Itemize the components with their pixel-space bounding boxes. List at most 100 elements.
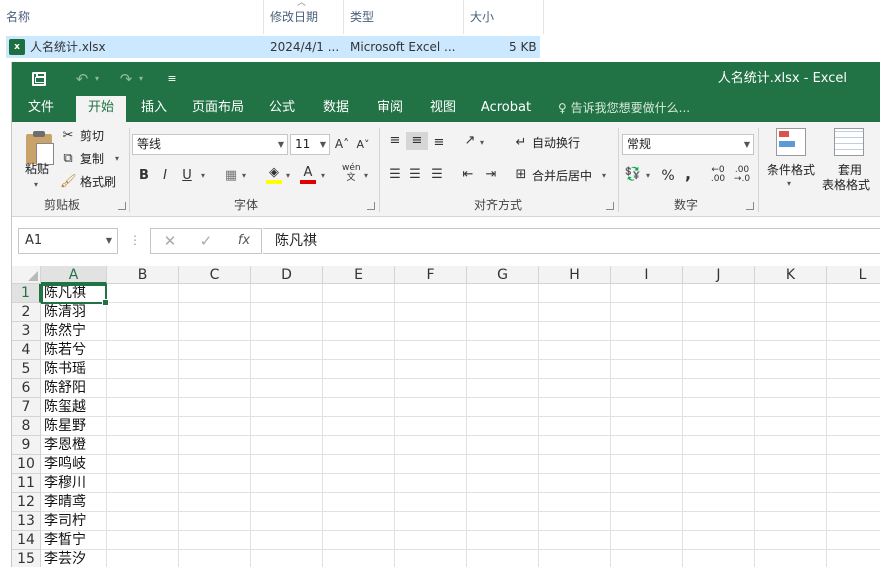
increase-decimal-icon[interactable]: ←0.00 xyxy=(708,166,728,184)
enter-check-icon[interactable]: ✓ xyxy=(195,229,217,253)
redo-dropdown-icon[interactable]: ▾ xyxy=(136,62,146,96)
format-as-table-label-2[interactable]: 表格格式 xyxy=(816,178,876,193)
decrease-indent-icon[interactable]: ⇤ xyxy=(459,166,477,184)
phonetic-dropdown-icon[interactable]: ▾ xyxy=(364,167,368,185)
accounting-dropdown-icon[interactable]: ▾ xyxy=(646,167,650,185)
paste-icon[interactable] xyxy=(26,131,54,165)
name-box[interactable]: A1 ▼ xyxy=(18,228,118,254)
column-header[interactable]: L xyxy=(827,266,880,284)
alignment-launcher-icon[interactable] xyxy=(606,202,614,210)
tell-me-box[interactable]: ♀ 告诉我您想要做什么... xyxy=(558,96,690,122)
italic-button[interactable]: I xyxy=(157,167,173,185)
row-header[interactable]: 1 xyxy=(12,284,41,303)
paste-dropdown-icon[interactable]: ▾ xyxy=(34,176,38,194)
comma-button[interactable]: , xyxy=(682,165,694,183)
column-header[interactable]: B xyxy=(107,266,179,284)
cut-button[interactable]: 剪切 xyxy=(80,127,104,145)
row-header[interactable]: 7 xyxy=(12,398,41,417)
copy-icon[interactable]: ⧉ xyxy=(60,150,76,168)
row-header[interactable]: 15 xyxy=(12,550,41,567)
cell-a14[interactable]: 李皙宁 xyxy=(44,531,86,550)
merge-dropdown-icon[interactable]: ▾ xyxy=(602,167,606,185)
font-color-dropdown-icon[interactable]: ▾ xyxy=(321,167,325,185)
cell-a12[interactable]: 李晴鸢 xyxy=(44,493,86,512)
cell-a13[interactable]: 李司柠 xyxy=(44,512,86,531)
align-left-icon[interactable]: ☰ xyxy=(386,166,404,184)
font-color-icon[interactable]: A xyxy=(300,166,316,184)
row-header[interactable]: 9 xyxy=(12,436,41,455)
tab-home[interactable]: 开始 xyxy=(76,96,126,122)
undo-icon[interactable]: ↶ xyxy=(72,62,92,96)
tab-acrobat[interactable]: Acrobat xyxy=(476,96,536,122)
cell-a8[interactable]: 陈星野 xyxy=(44,417,86,436)
row-header[interactable]: 8 xyxy=(12,417,41,436)
tab-data[interactable]: 数据 xyxy=(314,96,358,122)
select-all-corner[interactable] xyxy=(12,266,41,284)
align-top-icon[interactable]: ≡ xyxy=(386,132,404,150)
row-header[interactable]: 4 xyxy=(12,341,41,360)
decrease-decimal-icon[interactable]: .00 →.0 xyxy=(732,166,752,184)
cell-a5[interactable]: 陈书瑶 xyxy=(44,360,86,379)
row-header[interactable]: 11 xyxy=(12,474,41,493)
row-header[interactable]: 12 xyxy=(12,493,41,512)
orientation-icon[interactable]: ↗ xyxy=(460,132,480,150)
column-header[interactable]: C xyxy=(179,266,251,284)
fill-color-dropdown-icon[interactable]: ▾ xyxy=(286,167,290,185)
format-as-table-icon[interactable] xyxy=(834,128,864,156)
merge-center-icon[interactable]: ⊞ xyxy=(512,166,530,184)
font-launcher-icon[interactable] xyxy=(367,202,375,210)
align-bottom-icon[interactable]: ≡ xyxy=(430,134,448,152)
row-header[interactable]: 5 xyxy=(12,360,41,379)
cell-a6[interactable]: 陈舒阳 xyxy=(44,379,86,398)
clipboard-launcher-icon[interactable] xyxy=(118,202,126,210)
save-icon[interactable] xyxy=(32,72,46,86)
formula-input[interactable]: 陈凡祺 xyxy=(263,228,880,254)
cell-a7[interactable]: 陈玺越 xyxy=(44,398,86,417)
tab-review[interactable]: 审阅 xyxy=(368,96,412,122)
paste-button[interactable]: 粘贴 xyxy=(22,162,52,177)
tab-file[interactable]: 文件 xyxy=(18,96,64,122)
align-center-icon[interactable]: ☰ xyxy=(406,166,424,184)
font-family-select[interactable]: 等线 ▼ xyxy=(132,134,288,155)
cell-a2[interactable]: 陈清羽 xyxy=(44,303,86,322)
align-right-icon[interactable]: ☰ xyxy=(428,166,446,184)
conditional-formatting-icon[interactable] xyxy=(776,128,806,156)
insert-function-button[interactable]: fx xyxy=(231,229,257,253)
number-format-select[interactable]: 常规 ▼ xyxy=(622,134,754,155)
fill-color-icon[interactable]: ◈ xyxy=(266,166,282,184)
row-header[interactable]: 3 xyxy=(12,322,41,341)
merge-center-button[interactable]: 合并后居中 xyxy=(532,167,592,185)
row-header[interactable]: 14 xyxy=(12,531,41,550)
tab-formulas[interactable]: 公式 xyxy=(260,96,304,122)
copy-button[interactable]: 复制 xyxy=(80,150,104,168)
cell-a3[interactable]: 陈然宁 xyxy=(44,322,86,341)
col-header-size[interactable]: 大小 xyxy=(464,0,544,34)
align-middle-icon[interactable]: ≡ xyxy=(406,132,428,150)
underline-button[interactable]: U xyxy=(179,167,195,185)
col-header-type[interactable]: 类型 xyxy=(344,0,464,34)
borders-dropdown-icon[interactable]: ▾ xyxy=(242,167,246,185)
row-header[interactable]: 6 xyxy=(12,379,41,398)
phonetic-guide-icon[interactable]: wén 文 xyxy=(342,163,361,183)
undo-dropdown-icon[interactable]: ▾ xyxy=(92,62,102,96)
cell-a9[interactable]: 李恩橙 xyxy=(44,436,86,455)
cell-area[interactable] xyxy=(41,284,880,567)
increase-indent-icon[interactable]: ⇥ xyxy=(482,166,500,184)
column-header[interactable]: G xyxy=(467,266,539,284)
column-header[interactable]: H xyxy=(539,266,611,284)
tab-page-layout[interactable]: 页面布局 xyxy=(188,96,248,122)
tab-view[interactable]: 视图 xyxy=(421,96,465,122)
percent-button[interactable]: % xyxy=(660,167,676,185)
column-header[interactable]: E xyxy=(323,266,395,284)
column-header[interactable]: D xyxy=(251,266,323,284)
cell-a4[interactable]: 陈若兮 xyxy=(44,341,86,360)
conditional-dropdown-icon[interactable]: ▾ xyxy=(787,175,791,193)
format-as-table-label-1[interactable]: 套用 xyxy=(824,163,876,178)
bold-button[interactable]: B xyxy=(136,167,152,185)
wrap-text-icon[interactable]: ↵ xyxy=(512,134,530,152)
borders-icon[interactable]: ▦ xyxy=(223,167,239,185)
decrease-font-icon[interactable]: A˅ xyxy=(355,136,371,154)
row-header[interactable]: 10 xyxy=(12,455,41,474)
formula-bar-grip-icon[interactable]: ⋮ xyxy=(129,230,141,250)
font-size-select[interactable]: 11 ▼ xyxy=(290,134,330,155)
